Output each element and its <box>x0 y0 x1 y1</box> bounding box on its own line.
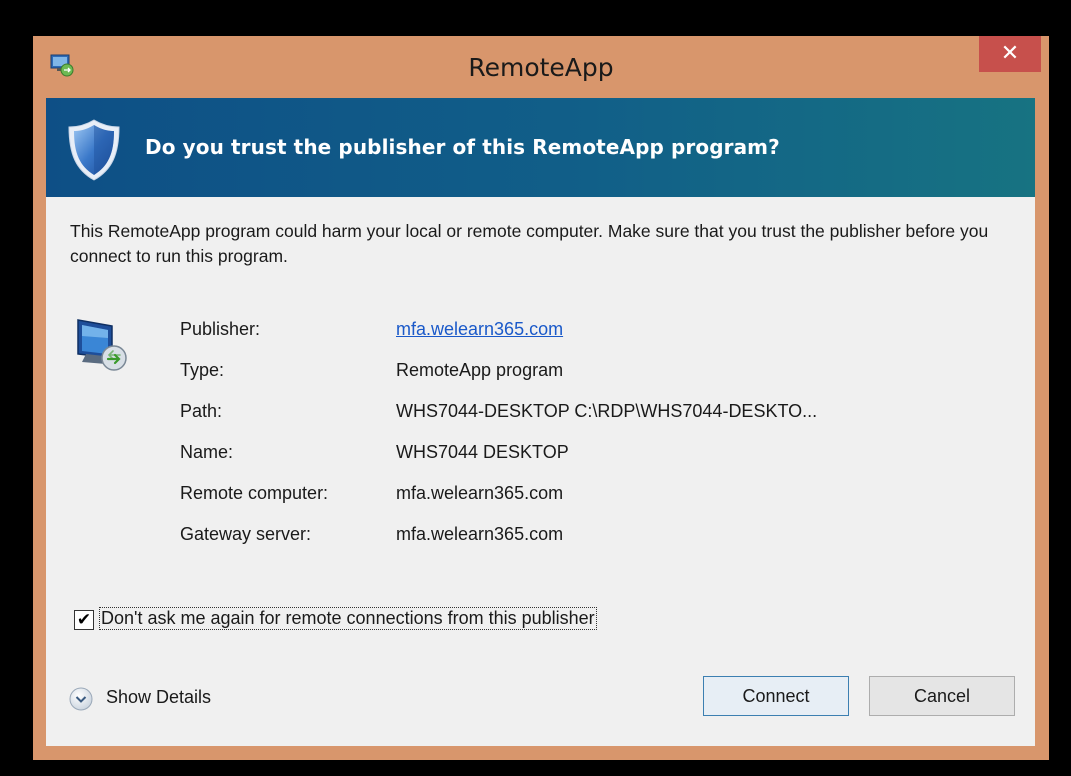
trust-heading: Do you trust the publisher of this Remot… <box>145 135 780 159</box>
remote-computer-label: Remote computer: <box>180 483 329 503</box>
publisher-link[interactable]: mfa.welearn365.com <box>396 319 563 340</box>
publisher-label: Publisher: <box>180 319 261 339</box>
chevron-down-icon[interactable] <box>68 686 94 712</box>
dialog-body: Do you trust the publisher of this Remot… <box>46 98 1035 746</box>
window-title: RemoteApp <box>468 53 614 82</box>
gateway-server-value: mfa.welearn365.com <box>396 524 564 544</box>
shield-icon <box>68 119 120 181</box>
show-details-label[interactable]: Show Details <box>106 687 211 708</box>
name-label: Name: <box>180 442 234 462</box>
path-label: Path: <box>180 401 223 421</box>
connect-button[interactable]: Connect <box>703 676 849 716</box>
cancel-button[interactable]: Cancel <box>869 676 1015 716</box>
header-banner: Do you trust the publisher of this Remot… <box>46 98 1035 197</box>
path-value: WHS7044-DESKTOP C:\RDP\WHS7044-DESKTO... <box>396 401 818 421</box>
type-value: RemoteApp program <box>396 360 564 380</box>
remote-computer-icon <box>77 319 127 371</box>
title-bar[interactable]: RemoteApp ✕ <box>33 36 1049 98</box>
remote-computer-value: mfa.welearn365.com <box>396 483 564 503</box>
type-label: Type: <box>180 360 225 380</box>
warning-message: This RemoteApp program could harm your l… <box>70 221 989 266</box>
name-value: WHS7044 DESKTOP <box>396 442 569 462</box>
close-button[interactable]: ✕ <box>979 36 1041 72</box>
dont-ask-again-checkbox[interactable]: ✔ <box>74 610 94 630</box>
remoteapp-dialog: RemoteApp ✕ Do you trust the publisher o… <box>33 36 1049 760</box>
gateway-server-label: Gateway server: <box>180 524 312 544</box>
dont-ask-again-label[interactable]: Don't ask me again for remote connection… <box>99 607 597 630</box>
